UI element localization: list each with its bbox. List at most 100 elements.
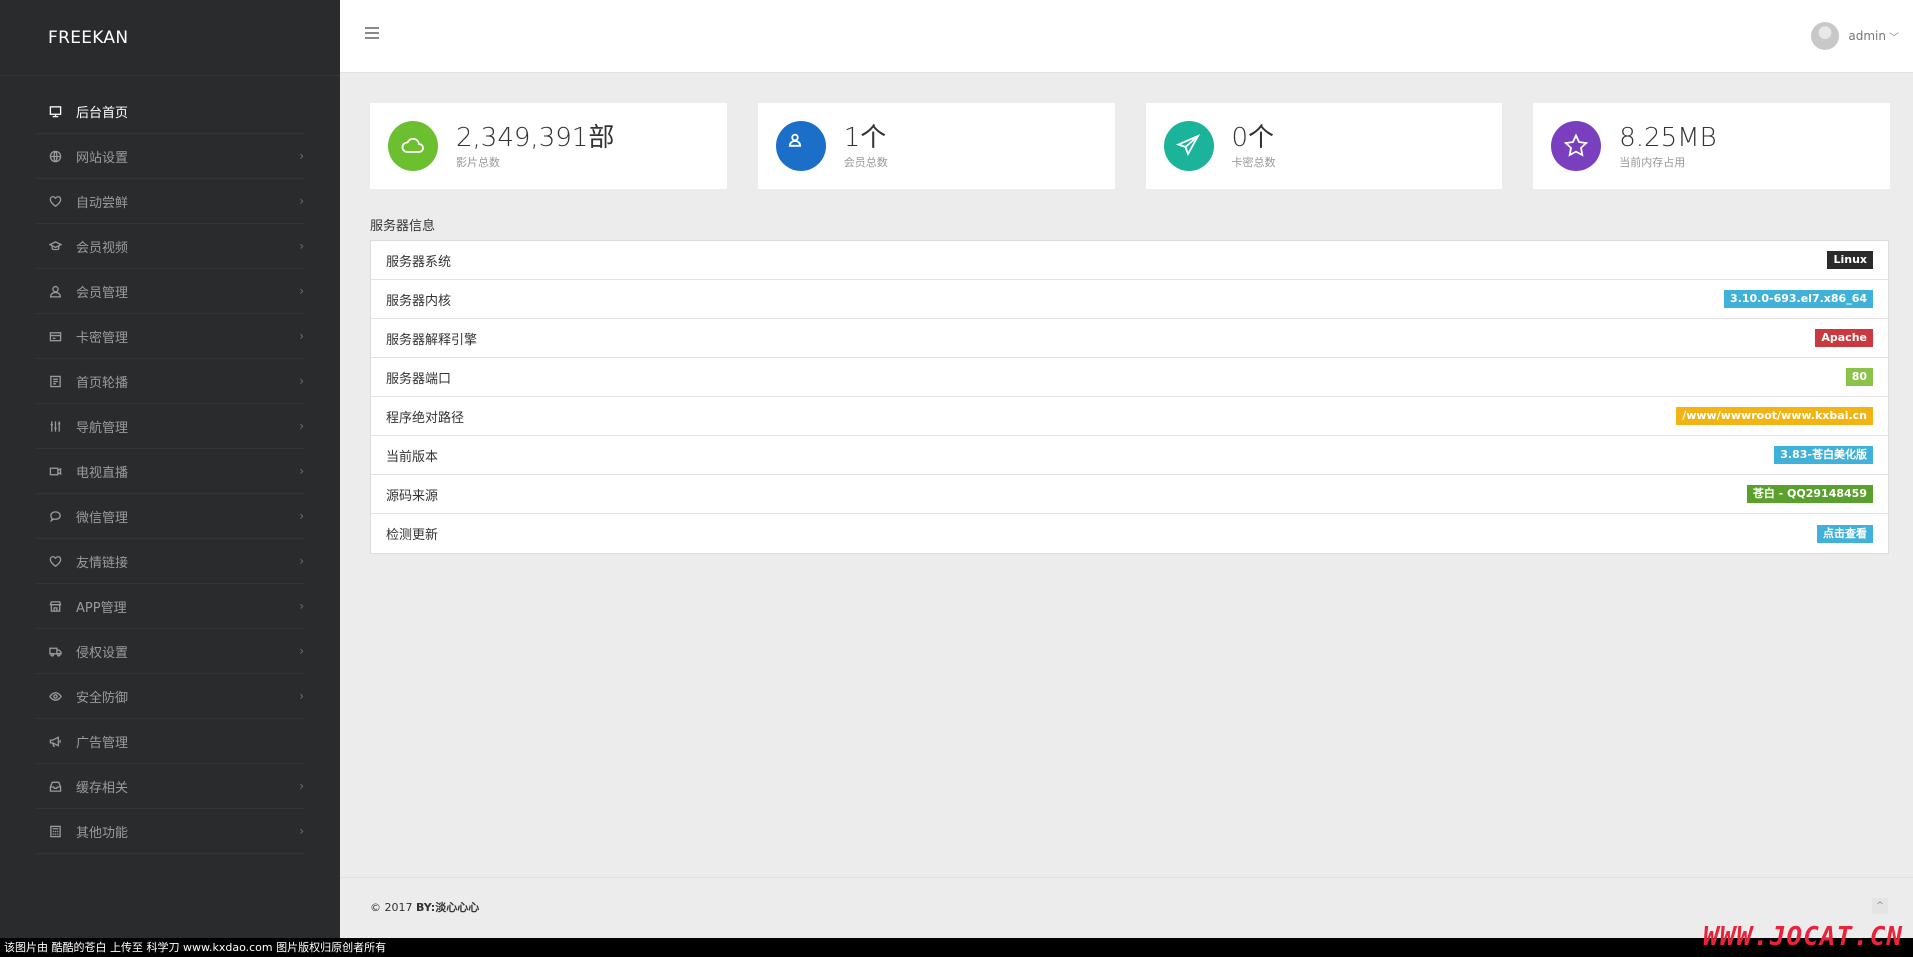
sidebar-item-9[interactable]: 微信管理 › [36, 494, 304, 539]
chevron-right-icon: › [299, 824, 304, 838]
table-row: 程序绝对路径/www/wwwroot/www.kxbai.cn [371, 397, 1888, 436]
globe-icon [48, 149, 62, 163]
value-badge: Apache [1815, 329, 1873, 347]
row-label: 当前版本 [386, 449, 439, 465]
row-label: 程序绝对路径 [386, 410, 465, 426]
sidebar-item-2[interactable]: 自动尝鲜 › [36, 179, 304, 224]
monitor-icon [48, 104, 62, 118]
chevron-right-icon: › [299, 284, 304, 298]
sidebar-item-10[interactable]: 友情链接 › [36, 539, 304, 584]
sidebar-item-label: 后台首页 [76, 105, 129, 121]
sidebar-item-4[interactable]: 会员管理 › [36, 269, 304, 314]
copyright-author: BY:淡心心心 [416, 901, 480, 914]
chevron-right-icon: › [299, 374, 304, 388]
sidebar-item-label: 微信管理 [76, 510, 129, 526]
sidebar-nav: 后台首页 网站设置 › 自动尝鲜 › 会员视频 › 会员管理 › 卡密管理 › 首页轮播 › 导航管理 › 电… [0, 89, 340, 854]
value-badge: 80 [1845, 368, 1873, 386]
user-icon [48, 284, 62, 298]
sidebar-item-15[interactable]: 缓存相关 › [36, 764, 304, 809]
sidebar-item-12[interactable]: 侵权设置 › [36, 629, 304, 674]
sidebar-item-label: 会员视频 [76, 240, 129, 256]
sidebar-item-label: 会员管理 [76, 285, 129, 301]
calculator-icon [48, 824, 62, 838]
sidebar-item-label: APP管理 [76, 600, 127, 616]
sidebar-item-label: 缓存相关 [76, 780, 129, 796]
sidebar-item-label: 自动尝鲜 [76, 195, 129, 211]
watermark-bar: 该图片由 酷酷的苍白 上传至 科学刀 www.kxdao.com 图片版权归原创… [0, 938, 1913, 957]
user-menu[interactable]: admin ﹀ [1811, 22, 1899, 50]
table-row: 服务器系统 Linux [371, 241, 1888, 280]
row-label: 服务器端口 [386, 371, 452, 387]
sidebar-item-5[interactable]: 卡密管理 › [36, 314, 304, 359]
sidebar-item-1[interactable]: 网站设置 › [36, 134, 304, 179]
table-row: 检测更新 点击查看 [371, 514, 1888, 553]
watermark-logo: WWW.JOCAT.CN [1703, 922, 1903, 952]
sidebar-item-3[interactable]: 会员视频 › [36, 224, 304, 269]
sidebar-item-16[interactable]: 其他功能 › [36, 809, 304, 854]
chevron-right-icon: › [299, 149, 304, 163]
sidebar-item-label: 电视直播 [76, 465, 129, 481]
stat-label: 卡密总数 [1231, 155, 1276, 169]
stat-label: 会员总数 [843, 155, 888, 169]
store-icon [48, 599, 62, 613]
sidebar-item-label: 卡密管理 [76, 330, 129, 346]
back-to-top-button[interactable]: ^ [1872, 898, 1888, 914]
document-icon [48, 374, 62, 388]
sidebar-item-label: 友情链接 [76, 555, 129, 571]
sidebar-item-label: 侵权设置 [76, 645, 129, 661]
chat-icon [48, 509, 62, 523]
copyright-prefix: © 2017 [370, 901, 416, 914]
row-label: 服务器解释引擎 [386, 332, 478, 348]
top-header: admin ﹀ [340, 0, 1913, 73]
chevron-right-icon: › [299, 329, 304, 343]
stat-value: 0个 [1231, 122, 1275, 153]
graduation-cap-icon [48, 239, 62, 253]
table-row: 服务器解释引擎 Apache [371, 319, 1888, 358]
stat-value: 8.25MB [1619, 122, 1717, 153]
check-update-button[interactable]: 点击查看 [1817, 524, 1873, 543]
stat-value: 1个 [843, 122, 887, 153]
sidebar-item-0[interactable]: 后台首页 [36, 89, 304, 134]
heart-icon [48, 194, 62, 208]
user-name[interactable]: admin [1848, 29, 1886, 43]
stat-label: 当前内存占用 [1619, 155, 1686, 169]
value-badge: 苍白 - QQ29148459 [1746, 485, 1873, 503]
sidebar-item-8[interactable]: 电视直播 › [36, 449, 304, 494]
chevron-right-icon: › [299, 419, 304, 433]
video-icon [48, 464, 62, 478]
table-row: 源码来源 苍白 - QQ29148459 [371, 475, 1888, 514]
sidebar-item-label: 首页轮播 [76, 375, 129, 391]
star-icon [1551, 121, 1602, 171]
sidebar-item-7[interactable]: 导航管理 › [36, 404, 304, 449]
table-row: 服务器内核 3.10.0-693.el7.x86_64 [371, 280, 1888, 319]
copyright: © 2017 BY:淡心心心 [370, 899, 479, 915]
paper-plane-icon [1163, 121, 1214, 171]
stat-card: 2,349,391部 影片总数 [370, 103, 727, 189]
footer: © 2017 BY:淡心心心 ^ [340, 877, 1913, 938]
sidebar-item-6[interactable]: 首页轮播 › [36, 359, 304, 404]
chevron-right-icon: › [299, 689, 304, 703]
table-row: 当前版本 3.83-苍白美化版 [371, 436, 1888, 475]
sidebar-item-label: 其他功能 [76, 825, 129, 841]
value-badge: 3.83-苍白美化版 [1774, 446, 1873, 464]
row-label: 检测更新 [386, 528, 439, 543]
sidebar-item-label: 广告管理 [76, 735, 129, 751]
avatar[interactable] [1811, 22, 1840, 50]
sidebar-item-13[interactable]: 安全防御 › [36, 674, 304, 719]
card-icon [48, 329, 62, 343]
sidebar-item-11[interactable]: APP管理 › [36, 584, 304, 629]
megaphone-icon [48, 734, 62, 748]
cloud-icon [388, 121, 438, 171]
chevron-right-icon: › [299, 779, 304, 793]
menu-toggle-icon[interactable] [365, 27, 379, 39]
chevron-down-icon[interactable]: ﹀ [1889, 29, 1899, 44]
row-label: 服务器系统 [386, 254, 452, 270]
sidebar-item-label: 导航管理 [76, 420, 129, 436]
chevron-right-icon: › [299, 194, 304, 208]
sidebar-item-label: 安全防御 [76, 690, 129, 706]
sidebar-item-14[interactable]: 广告管理 [36, 719, 304, 764]
brand-logo[interactable]: FREEKAN [0, 0, 340, 76]
stat-value: 2,349,391部 [456, 122, 615, 153]
value-badge: /www/wwwroot/www.kxbai.cn [1676, 407, 1873, 425]
section-title: 服务器信息 [370, 219, 436, 234]
